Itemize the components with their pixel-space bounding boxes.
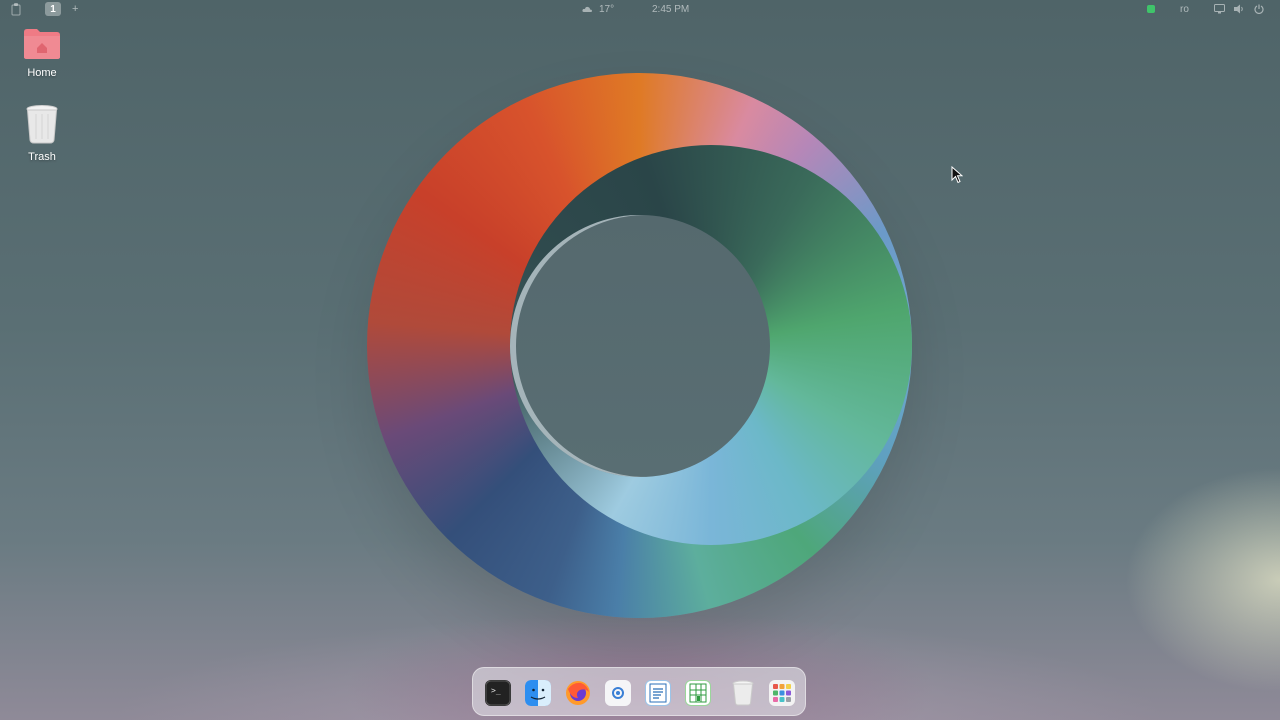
mouse-cursor-icon xyxy=(951,166,963,184)
workspace-indicator[interactable]: 1 xyxy=(45,2,61,16)
dock: >_ xyxy=(472,667,806,716)
desktop-icon-label: Home xyxy=(27,67,57,79)
power-icon[interactable] xyxy=(1254,4,1264,14)
terminal-icon: >_ xyxy=(485,680,511,706)
trash-icon xyxy=(26,105,58,144)
volume-icon[interactable] xyxy=(1234,4,1245,14)
desktop-icon-home[interactable]: Home xyxy=(10,28,74,79)
dock-item-calc[interactable] xyxy=(685,680,711,706)
app-grid-icon xyxy=(773,684,791,702)
firefox-icon xyxy=(566,681,590,705)
dock-item-trash[interactable] xyxy=(730,680,756,706)
finder-icon xyxy=(525,680,551,706)
keyboard-layout-indicator[interactable]: ro xyxy=(1180,0,1189,18)
dock-item-finder[interactable] xyxy=(525,680,551,706)
writer-document-icon xyxy=(649,683,667,703)
desktop-icon-trash[interactable]: Trash xyxy=(10,104,74,163)
desktop-icon-label: Trash xyxy=(28,151,56,163)
dock-item-writer[interactable] xyxy=(645,680,671,706)
display-icon[interactable] xyxy=(1214,4,1225,14)
dock-item-app-grid[interactable] xyxy=(769,680,795,706)
home-folder-icon xyxy=(24,29,60,59)
green-status-icon[interactable] xyxy=(1147,0,1155,18)
time-label: 2:45 PM xyxy=(652,3,690,15)
settings-icon xyxy=(612,687,624,699)
add-workspace-button[interactable]: + xyxy=(72,0,78,18)
dock-item-terminal[interactable]: >_ xyxy=(485,680,511,706)
dock-item-settings[interactable] xyxy=(605,680,631,706)
wallpaper-ring-hole xyxy=(510,215,770,477)
dock-item-firefox[interactable] xyxy=(565,680,591,706)
workspace-number: 1 xyxy=(50,3,56,15)
keyboard-layout-label: ro xyxy=(1180,3,1189,15)
system-tray xyxy=(1214,0,1264,18)
weather-widget[interactable]: 17° xyxy=(582,0,614,18)
top-bar: 1 + 17° 2:45 PM ro xyxy=(0,0,1280,18)
temperature-label: 17° xyxy=(599,3,615,15)
trash-icon xyxy=(732,680,754,706)
calc-spreadsheet-icon xyxy=(689,683,707,703)
clock[interactable]: 2:45 PM xyxy=(652,0,689,18)
apps-grid-icon[interactable] xyxy=(10,0,22,18)
svg-text:>_: >_ xyxy=(491,686,501,695)
cloud-night-icon xyxy=(582,6,592,12)
